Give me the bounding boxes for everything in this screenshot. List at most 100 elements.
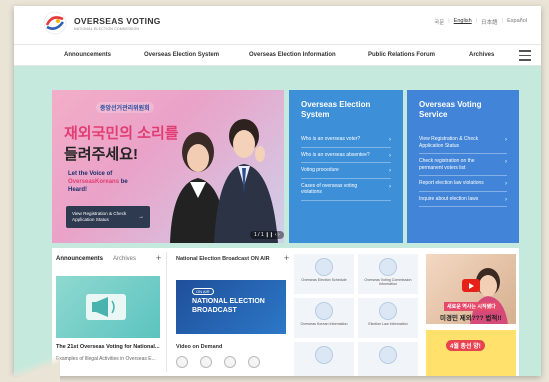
announcement-subtitle[interactable]: Examples of Illegal Activities in Overse… (56, 356, 156, 362)
vod-heading: Video on Demand (176, 344, 223, 350)
panel-link[interactable]: Who is an overseas voter? › (301, 132, 391, 148)
nav-item-announcements[interactable]: Announcements (64, 52, 111, 58)
lower-section: Announcements Archives + The 21st Overse… (52, 248, 519, 376)
quick-link-more[interactable] (294, 342, 354, 376)
tab-archives[interactable]: Archives (113, 256, 136, 262)
globe-icon (315, 302, 333, 320)
video-thumbnail[interactable]: 4월 총선 양! (426, 330, 516, 376)
panel-link[interactable]: Report election law violations › (419, 176, 507, 192)
panel-title: Overseas Election System (301, 100, 371, 119)
chevron-right-icon: › (505, 196, 507, 203)
broadcast-thumbnail[interactable]: ON AIR NATIONAL ELECTION BROADCAST (176, 280, 286, 334)
vod-category-icon[interactable] (224, 356, 236, 368)
panel-link-label: Inquire about election laws (419, 195, 479, 202)
arrow-right-icon: → (138, 214, 144, 220)
banner-tagline: Let the Voice of OverseasKoreans be Hear… (68, 170, 148, 194)
quick-link-grid: Overseas Election Schedule Overseas Voti… (294, 254, 420, 376)
video-caption: 4월 총선 양! (446, 340, 485, 351)
panel-link[interactable]: Inquire about election laws › (419, 192, 507, 207)
site-logo[interactable]: OVERSEAS VOTING NATIONAL ELECTION COMMIS… (42, 10, 161, 36)
tab-announcements[interactable]: Announcements (56, 256, 103, 262)
hero-banner[interactable]: 중앙선거관리위원회 재외국민의 소리를 들려주세요! Let the Voice… (52, 90, 284, 243)
broadcast-title: NATIONAL ELECTION BROADCAST (192, 298, 265, 315)
video-caption-1: 새로운 역사는 시작됐다 (444, 302, 499, 311)
panel-link-label: View Registration & Check Application St… (419, 136, 479, 149)
panel-link-label: Who is an overseas voter? (301, 136, 361, 142)
hamburger-menu-icon[interactable] (519, 50, 531, 61)
banner-headline-2: 들려주세요! (64, 146, 138, 163)
chevron-right-icon: › (505, 137, 507, 143)
broadcast-title-line-2: BROADCAST (192, 306, 237, 314)
quick-link-commission-info[interactable]: Overseas Voting Commission Information (358, 254, 418, 294)
banner-people-illustration (170, 119, 278, 243)
lang-separator: | (448, 18, 450, 24)
vod-category-icon[interactable] (248, 356, 260, 368)
on-air-badge: ON AIR (192, 288, 214, 295)
quick-link-election-schedule[interactable]: Overseas Election Schedule (294, 254, 354, 294)
browser-frame: OVERSEAS VOTING NATIONAL ELECTION COMMIS… (14, 6, 541, 376)
view-registration-label: View Registration & Check Application St… (72, 211, 127, 222)
column-divider (166, 252, 167, 372)
banner-org-label: 중앙선거관리위원회 (96, 102, 154, 113)
quick-link-korean-info[interactable]: Overseas Korean Information (294, 298, 354, 338)
panel-link-label: Voting procedure (301, 167, 339, 173)
quick-link-more[interactable] (358, 342, 418, 376)
logo-subtitle: NATIONAL ELECTION COMMISSION (74, 26, 140, 31)
vod-category-icon[interactable] (200, 356, 212, 368)
view-registration-button[interactable]: View Registration & Check Application St… (66, 206, 150, 228)
panel-election-system: Overseas Election System Who is an overs… (289, 90, 403, 243)
lang-separator: | (475, 18, 478, 24)
panel-link-label: Report election law violations (419, 180, 484, 186)
lang-spanish[interactable]: Español (507, 18, 527, 26)
more-news-button[interactable]: + (156, 253, 161, 263)
quick-link-label: Election Law Information (368, 322, 408, 326)
building-icon (379, 258, 397, 276)
panel-link-label: Cases of overseas voting violations (301, 182, 358, 196)
chevron-right-icon: › (389, 137, 391, 143)
panel-link[interactable]: Who is an overseas absentee? › (301, 148, 391, 163)
lang-separator: | (501, 18, 504, 24)
lang-english[interactable]: English (454, 18, 472, 26)
chevron-right-icon: › (389, 152, 391, 159)
panel-title: Overseas Voting Service (419, 100, 482, 119)
announcement-thumbnail[interactable] (56, 276, 160, 338)
document-icon (379, 302, 397, 320)
chevron-right-icon: › (389, 168, 391, 174)
panel-voting-service: Overseas Voting Service View Registratio… (407, 90, 519, 243)
more-broadcast-button[interactable]: + (284, 253, 289, 263)
nav-item-election-system[interactable]: Overseas Election System (144, 52, 219, 58)
panel-link[interactable]: View Registration & Check Application St… (419, 132, 507, 154)
broadcast-heading: National Election Broadcast ON AIR (176, 256, 270, 262)
panel-link[interactable]: Voting procedure › (301, 163, 391, 179)
news-tabs: Announcements Archives (56, 256, 136, 262)
info-icon (315, 346, 333, 364)
chevron-right-icon: › (505, 159, 507, 165)
logo-title: OVERSEAS VOTING (74, 15, 161, 26)
nav-item-election-information[interactable]: Overseas Election Information (249, 52, 336, 58)
panel-link[interactable]: Cases of overseas voting violations › (301, 179, 391, 201)
megaphone-icon (86, 294, 126, 320)
vod-category-icon[interactable] (176, 356, 188, 368)
quick-link-label: Overseas Election Schedule (301, 278, 347, 282)
quick-link-label: Overseas Voting Commission Information (364, 278, 412, 287)
announcement-title[interactable]: The 21st Overseas Voting for National... (56, 344, 160, 350)
nav-item-archives[interactable]: Archives (469, 52, 494, 58)
banner-pager[interactable]: 1 / 1 ❙❙ ‹ › (250, 231, 284, 239)
play-icon[interactable] (462, 279, 480, 292)
chevron-right-icon: › (389, 183, 391, 190)
nav-item-public-relations[interactable]: Public Relations Forum (368, 52, 435, 58)
video-thumbnail[interactable]: 새로운 역사는 시작됐다 미경민 제외??? 법적!! (426, 254, 516, 324)
main-content: 중앙선거관리위원회 재외국민의 소리를 들려주세요! Let the Voice… (14, 66, 541, 376)
broadcast-title-line-1: NATIONAL ELECTION (192, 298, 265, 305)
panel-link[interactable]: Check registration on the permanent vote… (419, 154, 507, 176)
quick-link-label: Overseas Korean Information (300, 322, 348, 326)
page-curl-shadow (0, 356, 60, 382)
lang-japanese[interactable]: 日本語 (481, 18, 498, 26)
lang-korean[interactable]: 국문 (434, 18, 444, 26)
quick-link-election-law[interactable]: Election Law Information (358, 298, 418, 338)
info-icon (379, 346, 397, 364)
language-selector: 국문 | English | 日本語 | Español (434, 18, 527, 26)
video-caption-2: 미경민 제외??? 법적!! (440, 315, 502, 322)
banner-tagline-2: OverseasKoreans (68, 179, 120, 185)
calendar-icon (315, 258, 333, 276)
